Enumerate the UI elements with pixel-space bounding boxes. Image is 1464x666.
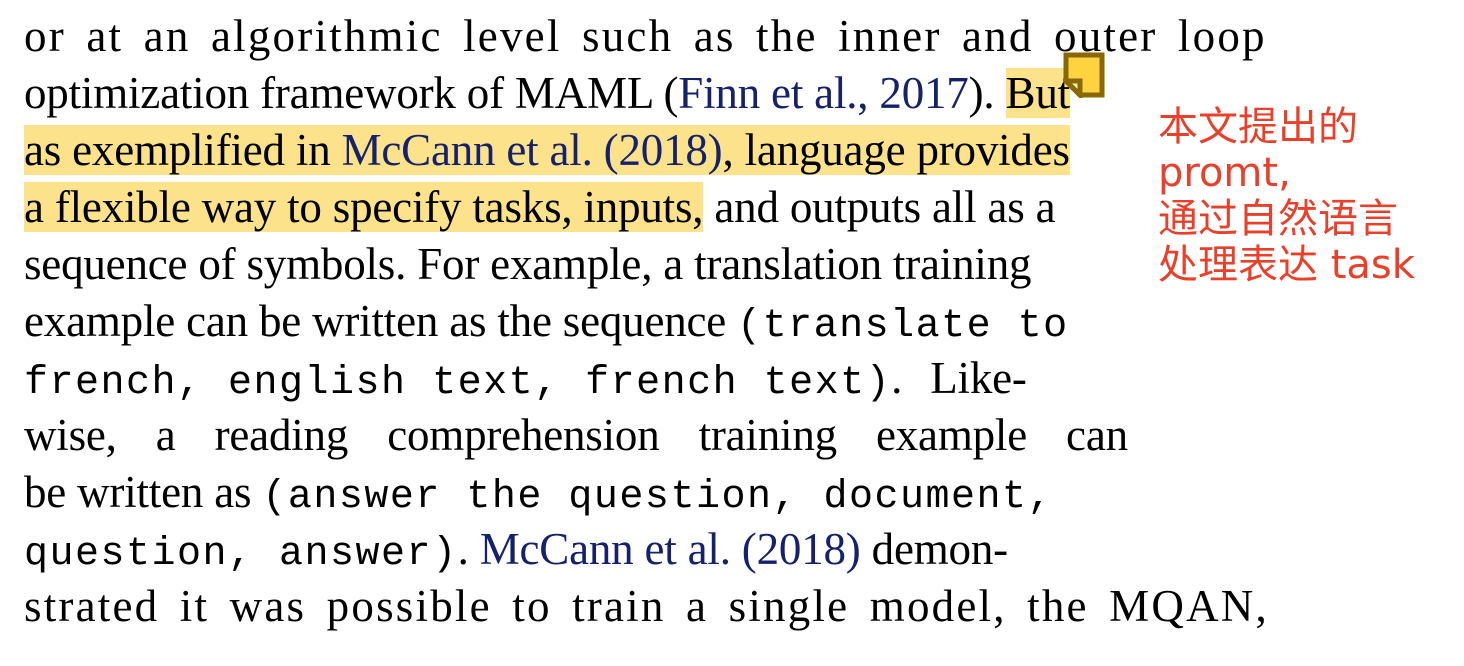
line-text: sequence of symbols. For example, a tran… (24, 239, 1032, 289)
citation-link[interactable]: McCann et al. (2018) (480, 524, 861, 574)
line-text: ). (968, 68, 1006, 118)
annotation-line: 通过自然语言 (1158, 196, 1398, 242)
margin-annotation[interactable]: 本文提出的 promt, 通过自然语言 处理表达 task (1158, 104, 1458, 288)
highlighted-text[interactable]: as exemplified in (24, 125, 342, 175)
line-text: be written as (24, 467, 263, 517)
text-line: sequence of symbols. For example, a tran… (24, 236, 1132, 293)
line-text: . Like- (891, 353, 1027, 403)
sticky-note-icon[interactable] (1063, 52, 1105, 98)
body-text-column: or at an algorithmic level such as the i… (24, 0, 1267, 631)
line-text: example can be written as the sequence (24, 296, 738, 346)
citation-link[interactable]: Finn et al., 2017 (678, 68, 969, 118)
text-line: as exemplified in McCann et al. (2018), … (24, 122, 1132, 179)
text-line: french, english text, french text). Like… (24, 350, 1132, 407)
text-line: wise, a reading comprehension training e… (24, 407, 1132, 464)
annotation-line: promt, (1158, 150, 1291, 196)
text-line: strated it was possible to train a singl… (24, 578, 1267, 635)
text-line: question, answer). McCann et al. (2018) … (24, 521, 1132, 578)
highlighted-text[interactable]: , language provides (722, 125, 1070, 175)
code-text: french, english text, french text) (24, 361, 892, 406)
line-text: . (457, 524, 480, 574)
text-line: example can be written as the sequence (… (24, 293, 1132, 350)
pdf-page: p or at an algorithmic level such as the… (0, 0, 1464, 666)
text-line: be written as (answer the question, docu… (24, 464, 1132, 521)
line-text: optimization framework of MAML ( (24, 68, 679, 118)
text-line: optimization framework of MAML (Finn et … (24, 65, 1132, 122)
line-text: strated it was possible to train a singl… (24, 581, 1269, 631)
text-line: or at an algorithmic level such as the i… (24, 8, 1265, 65)
text-line: a flexible way to specify tasks, inputs,… (24, 179, 1132, 236)
line-text: and outputs all as a (703, 182, 1056, 232)
highlighted-text[interactable]: a flexible way to specify tasks, inputs, (24, 182, 704, 232)
highlighted-text[interactable]: But (1005, 68, 1070, 118)
annotation-line: 本文提出的 (1158, 104, 1358, 150)
code-text: (answer the question, document, (262, 475, 1053, 520)
line-text: wise, a reading comprehension training e… (24, 410, 1128, 460)
code-text: (translate to (737, 304, 1069, 349)
line-text: demon- (860, 524, 1008, 574)
highlighted-citation-link[interactable]: McCann et al. (2018) (341, 125, 723, 175)
code-text: question, answer) (24, 532, 458, 577)
annotation-line: 处理表达 task (1158, 242, 1415, 288)
